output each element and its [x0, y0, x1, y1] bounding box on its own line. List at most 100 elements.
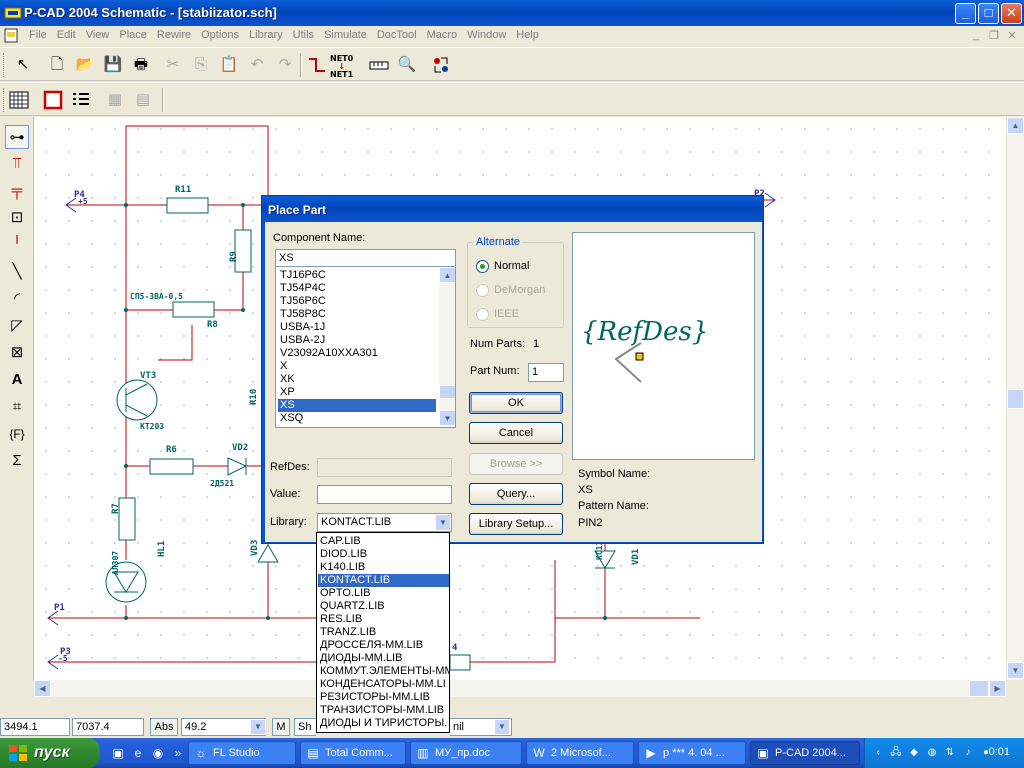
place-ieee-symbol-icon[interactable]: ⌗	[5, 395, 29, 419]
component-list-item[interactable]: XS	[278, 399, 436, 412]
list-scroll-down-icon[interactable]: ▼	[439, 410, 455, 426]
radio-normal-label[interactable]: Normal	[494, 260, 529, 272]
refdes-input[interactable]	[317, 458, 452, 477]
mdi-restore-icon[interactable]: ❐	[986, 29, 1002, 42]
menu-place[interactable]: Place	[114, 28, 152, 43]
scroll-down-icon[interactable]: ▼	[1007, 662, 1024, 679]
menu-simulate[interactable]: Simulate	[319, 28, 372, 43]
library-option[interactable]: RES.LIB	[318, 613, 449, 626]
library-option[interactable]: РЕЗИСТОРЫ-ММ.LIB	[318, 691, 449, 704]
scroll-right-icon[interactable]: ▶	[989, 680, 1006, 697]
new-file-icon[interactable]: 🗋	[46, 54, 68, 76]
properties-list-icon[interactable]	[70, 89, 92, 111]
grid-icon[interactable]	[8, 89, 30, 111]
place-bus-icon[interactable]: ╵	[5, 233, 29, 257]
zoom-icon[interactable]: 🔍	[396, 54, 418, 76]
print-icon[interactable]: 🖶	[130, 54, 152, 76]
place-line-icon[interactable]: ╲	[5, 260, 29, 284]
cut-icon[interactable]: ✂	[162, 54, 184, 76]
component-list-item[interactable]: TJ54P4C	[278, 282, 436, 295]
library-option[interactable]: КОНДЕНСАТОРЫ-ММ.LI	[318, 678, 449, 691]
library-option[interactable]: CAP.LIB	[318, 535, 449, 548]
mode-toggle[interactable]: M	[272, 718, 290, 736]
net-rename-button[interactable]: NET0 ↓ NET1	[330, 54, 353, 80]
vertical-scroll-thumb[interactable]	[1007, 389, 1024, 409]
scroll-left-icon[interactable]: ◀	[34, 680, 51, 697]
part-num-input[interactable]: 1	[528, 363, 564, 382]
menu-file[interactable]: File	[24, 28, 52, 43]
library-option[interactable]: КОММУТ.ЭЛЕМЕНТЫ-ММ	[318, 665, 449, 678]
task-button[interactable]: ☼ FL Studio	[188, 741, 296, 765]
library-option[interactable]: ДИОДЫ И ТИРИСТОРЫ.	[318, 717, 449, 730]
place-pin-icon[interactable]: ⫪	[5, 152, 29, 176]
cancel-button[interactable]: Cancel	[469, 422, 563, 444]
place-part-icon[interactable]: ⊶	[5, 125, 29, 149]
library-icon[interactable]: ▦	[104, 89, 126, 111]
vertical-scrollbar[interactable]: ▲ ▼	[1006, 117, 1024, 680]
place-arc-icon[interactable]: ◜	[5, 287, 29, 311]
close-button[interactable]: ✕	[1001, 3, 1022, 24]
menu-help[interactable]: Help	[511, 28, 544, 43]
value-input[interactable]	[317, 485, 452, 504]
library-option[interactable]: QUARTZ.LIB	[318, 600, 449, 613]
maximize-button[interactable]: □	[978, 3, 999, 24]
library-option[interactable]: K140.LIB	[318, 561, 449, 574]
units-dropdown-icon[interactable]: ▼	[494, 719, 510, 735]
library-option[interactable]: ТРАНЗИСТОРЫ-ММ.LIB	[318, 704, 449, 717]
library-option[interactable]: DIOD.LIB	[318, 548, 449, 561]
menu-view[interactable]: View	[81, 28, 115, 43]
place-field-icon[interactable]: ⊠	[5, 341, 29, 365]
library-option[interactable]: ДИОДЫ-ММ.LIB	[318, 652, 449, 665]
horizontal-scroll-thumb[interactable]	[969, 680, 989, 697]
task-button[interactable]: ▥ МУ_пр.doc	[410, 741, 522, 765]
menu-rewire[interactable]: Rewire	[152, 28, 196, 43]
menu-library[interactable]: Library	[244, 28, 288, 43]
undo-icon[interactable]: ↶	[246, 54, 268, 76]
start-button[interactable]: пуск	[0, 738, 100, 768]
menu-options[interactable]: Options	[196, 28, 244, 43]
list-scroll-thumb[interactable]	[439, 385, 455, 399]
tray-hide-icon[interactable]: ‹	[871, 746, 885, 760]
scroll-up-icon[interactable]: ▲	[1007, 117, 1024, 134]
layer-icon[interactable]	[42, 89, 64, 111]
task-button[interactable]: ▣ P-CAD 2004...	[750, 741, 860, 765]
tray-updates-icon[interactable]: ⇅	[943, 746, 957, 760]
library-setup-button[interactable]: Library Setup...	[469, 513, 563, 535]
library-option[interactable]: ДРОССЕЛЯ-ММ.LIB	[318, 639, 449, 652]
place-text-icon[interactable]: A	[5, 368, 29, 392]
measure-ruler-icon[interactable]	[368, 54, 390, 76]
component-list-scrollbar[interactable]: ▲ ▼	[439, 267, 455, 427]
quicklaunch-ie-icon[interactable]: e	[130, 745, 146, 761]
redo-icon[interactable]: ↷	[274, 54, 296, 76]
place-polygon-icon[interactable]: ◸	[5, 314, 29, 338]
mdi-minimize-icon[interactable]: _	[968, 29, 984, 42]
place-attribute-icon[interactable]: {F}	[5, 422, 29, 446]
tray-antivirus-icon[interactable]: ◆	[907, 746, 921, 760]
document-icon[interactable]	[4, 28, 18, 43]
tray-network-icon[interactable]: 🖧	[889, 746, 903, 760]
component-list-item[interactable]: XSQ	[278, 412, 436, 425]
minimize-button[interactable]: _	[955, 3, 976, 24]
radio-normal[interactable]	[476, 260, 489, 273]
component-list-item[interactable]: V23092A10XXA301	[278, 347, 436, 360]
task-button[interactable]: ▶ р *** 4. 04 ...	[638, 741, 746, 765]
library-dropdown-list[interactable]: CAP.LIB DIOD.LIB K140.LIB KONTACT.LIB OPTO.L…	[316, 532, 450, 733]
component-list-item[interactable]: TJ16P6C	[278, 269, 436, 282]
paste-icon[interactable]: 📋	[218, 54, 240, 76]
component-list-item[interactable]: X	[278, 360, 436, 373]
library-option[interactable]: OPTO.LIB	[318, 587, 449, 600]
menu-window[interactable]: Window	[462, 28, 511, 43]
tray-volume-icon[interactable]: ♪	[961, 746, 975, 760]
quicklaunch-more-icon[interactable]: »	[170, 745, 186, 761]
component-list-item[interactable]: XP	[278, 386, 436, 399]
menu-macro[interactable]: Macro	[422, 28, 463, 43]
toolbar-grip[interactable]	[3, 88, 6, 112]
wire-tool-icon[interactable]	[306, 54, 328, 76]
mdi-close-icon[interactable]: ✕	[1004, 29, 1020, 42]
menu-doctool[interactable]: DocTool	[372, 28, 422, 43]
component-list[interactable]: TJ16P6C TJ54P4C TJ56P6C TJ58P8C USBA-1J USBA-…	[275, 266, 456, 428]
task-button[interactable]: W 2 Microsof...	[526, 741, 634, 765]
component-list-item[interactable]: XK	[278, 373, 436, 386]
sheet-select[interactable]: Sh	[294, 718, 316, 736]
query-button[interactable]: Query...	[469, 483, 563, 505]
